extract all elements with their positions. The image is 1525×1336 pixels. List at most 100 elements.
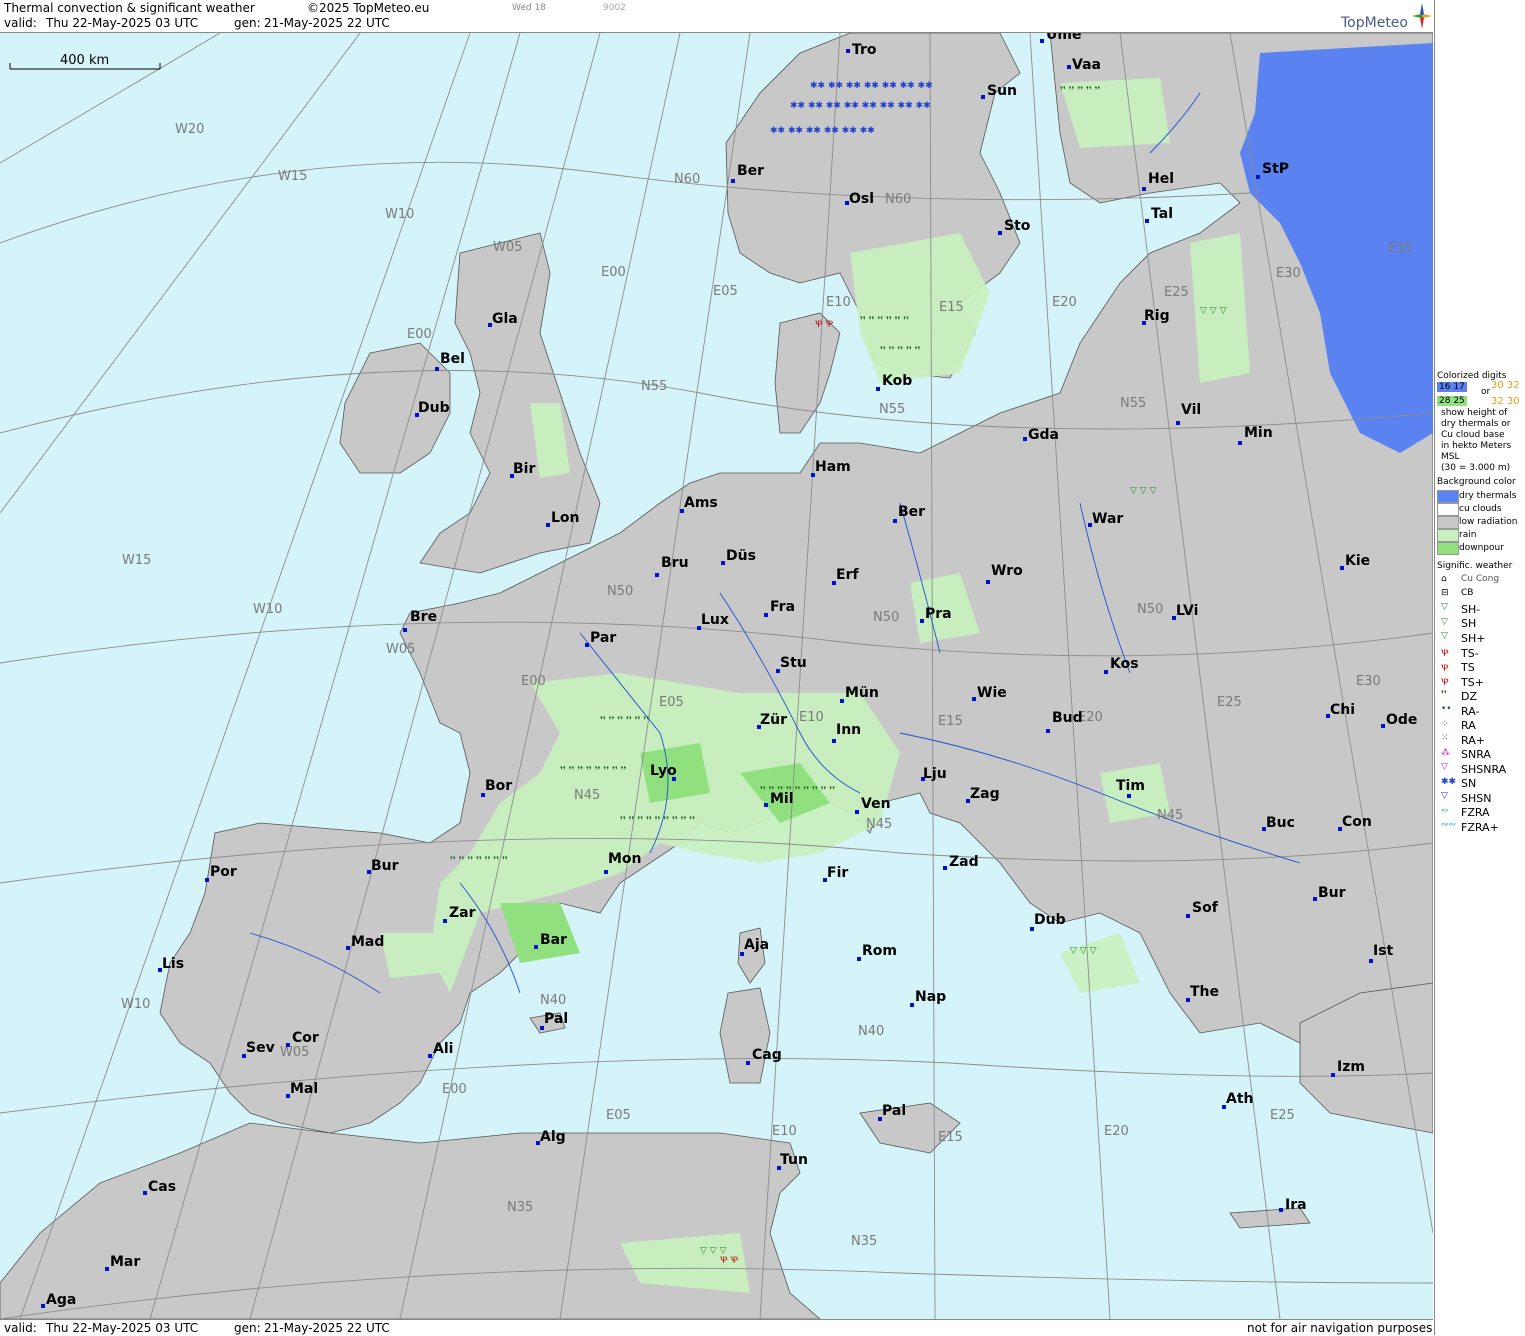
- swatch-label: dry thermals: [1459, 491, 1517, 501]
- svg-text:❜❜ ❜❜ ❜❜ ❜❜ ❜❜ ❜❜: ❜❜ ❜❜ ❜❜ ❜❜ ❜❜ ❜❜: [860, 316, 909, 326]
- svg-text:Fra: Fra: [770, 599, 795, 615]
- svg-text:Kos: Kos: [1110, 656, 1139, 672]
- city: Sev: [242, 1040, 275, 1058]
- svg-text:Rom: Rom: [862, 943, 897, 959]
- sample-digits-rain: 28 25: [1437, 396, 1467, 406]
- signific-weather-title: Signific. weather: [1437, 561, 1513, 571]
- snow-icon: ✱✱: [1441, 777, 1457, 787]
- city: Cas: [143, 1179, 176, 1195]
- swatch-dry-thermals: [1437, 490, 1459, 503]
- wx-label: SH-: [1461, 603, 1481, 616]
- svg-text:Tal: Tal: [1151, 206, 1173, 222]
- svg-text:Sto: Sto: [1004, 218, 1031, 234]
- svg-text:❜❜ ❜❜ ❜❜ ❜❜ ❜❜: ❜❜ ❜❜ ❜❜ ❜❜ ❜❜: [880, 346, 921, 356]
- city: Par: [585, 630, 616, 647]
- grid-label: E30: [1356, 674, 1381, 689]
- svg-text:▽ ▽ ▽: ▽ ▽ ▽: [1070, 946, 1097, 956]
- colorized-desc: Cu cloud base: [1441, 430, 1505, 440]
- svg-text:Bur: Bur: [1318, 885, 1346, 901]
- svg-text:Min: Min: [1244, 425, 1273, 441]
- city: Tun: [777, 1152, 808, 1170]
- grid-label: E00: [442, 1082, 467, 1097]
- freezing-rain-icon: ∾: [1441, 806, 1449, 816]
- or-word: or: [1481, 387, 1491, 397]
- city: Aga: [41, 1292, 76, 1308]
- svg-text:Gla: Gla: [492, 311, 518, 327]
- grid-label: N55: [1120, 396, 1146, 411]
- svg-text:Dub: Dub: [1034, 912, 1066, 928]
- swatch-downpour: [1437, 542, 1459, 555]
- svg-text:Osl: Osl: [849, 191, 874, 207]
- svg-text:Lju: Lju: [923, 766, 947, 782]
- svg-text:Bir: Bir: [513, 461, 535, 477]
- city: Alg: [536, 1129, 566, 1145]
- svg-text:Cag: Cag: [752, 1047, 782, 1063]
- swatch-rain: [1437, 529, 1459, 542]
- svg-text:Por: Por: [210, 864, 237, 880]
- city: Zad: [943, 854, 979, 870]
- wx-label: SHSNRA: [1461, 763, 1507, 776]
- swatch-label: downpour: [1459, 543, 1504, 553]
- svg-text:Sun: Sun: [987, 83, 1017, 99]
- shower-heavy-icon: ▽: [1441, 631, 1448, 641]
- city: Mal: [286, 1081, 318, 1098]
- grid-label: E15: [938, 1130, 963, 1145]
- grid-label: N50: [607, 584, 633, 599]
- city: Pal: [878, 1103, 906, 1121]
- svg-text:Kob: Kob: [882, 373, 912, 389]
- svg-text:Chi: Chi: [1330, 702, 1355, 718]
- svg-text:✱✱ ✱✱ ✱✱ ✱✱ ✱✱ ✱✱: ✱✱ ✱✱ ✱✱ ✱✱ ✱✱ ✱✱: [770, 126, 875, 136]
- svg-text:Sof: Sof: [1192, 900, 1219, 916]
- svg-text:Alg: Alg: [540, 1129, 566, 1145]
- wx-label: Cu Cong: [1461, 574, 1500, 584]
- map-footer: valid: Thu 22-May-2025 03 UTC gen: 21-Ma…: [0, 1319, 1433, 1336]
- city: Zag: [966, 786, 1000, 803]
- grid-label: N60: [674, 172, 700, 187]
- colorized-desc: MSL: [1441, 452, 1460, 462]
- shower-light-icon: ▽: [1441, 602, 1448, 612]
- svg-text:Ven: Ven: [861, 796, 891, 812]
- svg-text:Hel: Hel: [1148, 171, 1174, 187]
- city: Mün: [840, 685, 879, 703]
- grid-label: E05: [659, 695, 684, 710]
- grid-label: N40: [858, 1024, 884, 1039]
- grid-label: N55: [641, 379, 667, 394]
- city: Ven: [855, 796, 891, 814]
- svg-text:Düs: Düs: [726, 548, 756, 564]
- svg-text:Aga: Aga: [46, 1292, 76, 1308]
- city: Lux: [697, 612, 729, 630]
- city: Lis: [158, 956, 184, 972]
- svg-text:Zar: Zar: [449, 905, 476, 921]
- svg-text:❜❜ ❜❜ ❜❜ ❜❜ ❜❜: ❜❜ ❜❜ ❜❜ ❜❜ ❜❜: [1060, 86, 1101, 96]
- svg-text:Bud: Bud: [1052, 710, 1083, 726]
- svg-text:Dub: Dub: [418, 400, 450, 416]
- grid-label: E00: [601, 265, 626, 280]
- thunderstorm-icon: Ꝕ: [1441, 664, 1449, 674]
- swatch-label: rain: [1459, 530, 1477, 540]
- svg-text:Kie: Kie: [1345, 553, 1370, 569]
- svg-text:Bre: Bre: [410, 609, 437, 625]
- wx-label: FZRA: [1461, 806, 1490, 819]
- sample-digits-dry: 16 17: [1437, 382, 1467, 392]
- shower-snow-rain-icon: ▽: [1441, 762, 1448, 772]
- grid-label: N45: [866, 817, 892, 832]
- svg-text:Lyo: Lyo: [650, 763, 677, 779]
- city: Fir: [823, 865, 848, 882]
- city: War: [1088, 511, 1123, 527]
- colorized-desc: in hekto Meters: [1441, 441, 1512, 451]
- svg-text:Tro: Tro: [852, 42, 877, 58]
- grid-label: E20: [1104, 1124, 1129, 1139]
- city: Vaa: [1067, 57, 1101, 73]
- map-header: Thermal convection & significant weather…: [0, 0, 1433, 33]
- svg-text:Stu: Stu: [780, 655, 807, 671]
- svg-text:War: War: [1092, 511, 1123, 527]
- city: Kos: [1104, 656, 1139, 674]
- svg-text:❜❜ ❜❜ ❜❜ ❜❜ ❜❜ ❜❜ ❜❜: ❜❜ ❜❜ ❜❜ ❜❜ ❜❜ ❜❜ ❜❜: [450, 856, 508, 866]
- svg-text:Ume: Ume: [1046, 33, 1081, 43]
- svg-text:Aja: Aja: [744, 937, 769, 953]
- svg-text:Wro: Wro: [991, 563, 1023, 579]
- rain-light-icon: ••: [1441, 704, 1452, 714]
- grid-label: W05: [280, 1045, 309, 1060]
- svg-text:Ꝕ Ꝕ: Ꝕ Ꝕ: [815, 320, 834, 330]
- valid-time: Thu 22-May-2025 03 UTC: [46, 16, 199, 30]
